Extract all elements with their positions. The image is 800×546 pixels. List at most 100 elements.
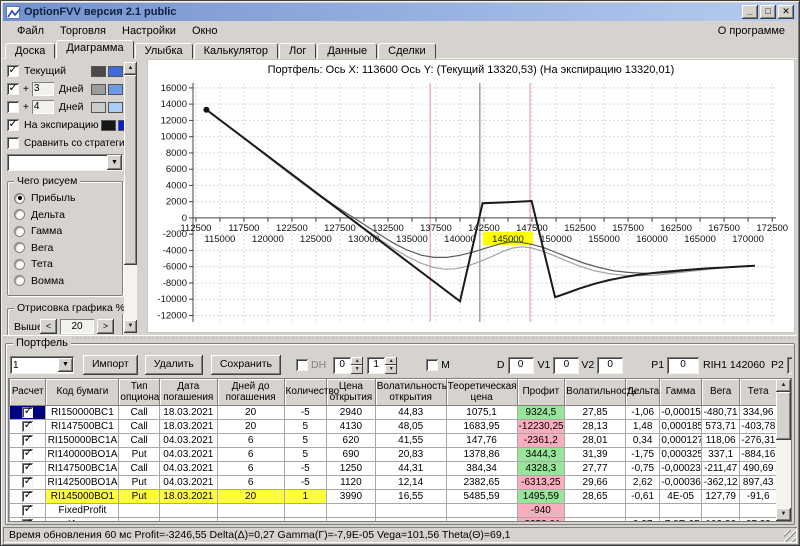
menu-item-2[interactable]: Настройки [114,23,184,39]
scrollbar-thumb[interactable] [124,75,137,265]
close-button[interactable]: ✕ [778,5,794,19]
series-checkbox[interactable] [7,101,19,113]
calc-checkbox[interactable] [22,434,34,446]
series-checkbox[interactable] [7,81,19,95]
days-input[interactable]: 3 [31,82,54,96]
calc-checkbox-cell[interactable] [9,502,47,518]
table-row[interactable]: FixedProfit -940 [9,502,777,518]
radio-icon[interactable] [14,225,25,237]
column-header[interactable]: Количество [283,379,339,406]
scroll-up-icon[interactable]: ▲ [776,379,791,392]
calc-checkbox-cell[interactable] [9,404,47,420]
radio-icon[interactable] [14,275,25,287]
draw-mode-option[interactable]: Дельта [14,207,118,224]
table-row[interactable]: RI145000BO1Put18.03.2021201399016,555485… [9,488,777,504]
dh-spinner-2[interactable]: 1 ▲ ▼ [367,356,398,374]
d-input[interactable]: 0 [507,356,534,374]
calc-checkbox[interactable] [22,476,34,488]
table-scrollbar[interactable]: ▲ ▼ [776,379,791,521]
scroll-up-icon[interactable]: ▲ [124,62,137,75]
column-header[interactable]: Код бумаги [45,379,120,406]
chevron-down-icon[interactable]: ▼ [58,358,73,372]
increment-button[interactable]: > [97,319,114,334]
calc-checkbox-cell[interactable] [9,488,47,504]
menu-item-0[interactable]: Файл [9,23,52,39]
menu-item-about[interactable]: О программе [712,23,791,39]
series-checkbox[interactable] [7,117,19,131]
chevron-down-icon[interactable]: ▼ [107,155,122,170]
calc-checkbox[interactable] [22,518,34,521]
table-row[interactable]: RI150000BC1Call18.03.202120-5294044,8310… [9,404,777,420]
scrollbar-thumb[interactable] [776,392,791,440]
calc-checkbox-cell[interactable] [9,516,47,521]
percent-value[interactable]: 20 [60,319,94,334]
title-bar[interactable]: OptionFVV версия 2.1 public _ □ ✕ [3,3,797,21]
tab-2[interactable]: Улыбка [134,43,193,59]
calc-checkbox[interactable] [22,462,34,474]
calc-checkbox-cell[interactable] [9,418,47,434]
series-color-swatch[interactable] [108,101,123,113]
minimize-button[interactable]: _ [742,5,758,19]
radio-icon[interactable] [14,209,25,221]
menu-item-1[interactable]: Торговля [52,23,114,39]
menu-item-3[interactable]: Окно [184,23,226,39]
calc-checkbox-cell[interactable] [9,446,47,462]
column-header[interactable]: Дата погашения [158,379,218,406]
horizontal-splitter[interactable] [3,335,797,341]
draw-mode-option[interactable]: Гамма [14,223,118,240]
maximize-button[interactable]: □ [760,5,776,19]
delete-button[interactable]: Удалить [144,355,203,375]
column-header[interactable]: Дельта [624,379,661,406]
calc-checkbox-cell[interactable] [9,460,47,476]
import-button[interactable]: Импорт [83,355,138,375]
series-color-swatch[interactable] [108,65,123,77]
draw-mode-option[interactable]: Вомма [14,273,118,290]
calc-checkbox[interactable] [22,504,34,516]
series-checkbox[interactable] [7,63,19,77]
column-header[interactable]: Волатильность [564,379,636,406]
radio-icon[interactable] [14,258,25,270]
series-color-swatch[interactable] [91,65,106,77]
tab-6[interactable]: Сделки [378,43,436,59]
calc-checkbox[interactable] [22,448,34,460]
tab-3[interactable]: Калькулятор [193,43,279,59]
table-row[interactable]: RI147500BC1ACall04.03.20216-5125044,3138… [9,460,777,476]
series-color-swatch[interactable] [91,83,106,95]
portfolio-select[interactable]: 1 ▼ [10,356,74,374]
column-header[interactable]: Дней до погашения [216,379,285,406]
compare-strategy-checkbox[interactable] [7,137,19,149]
column-header[interactable]: Гамма [659,379,702,406]
days-input[interactable]: 4 [31,100,54,114]
strategy-select[interactable]: ▼ [7,154,123,171]
dh-checkbox[interactable] [296,359,308,371]
column-header[interactable]: Вега [700,379,741,406]
tab-4[interactable]: Лог [279,43,317,59]
table-row[interactable]: RI150000BC1ACall04.03.20216562041,55147,… [9,432,777,448]
table-row[interactable]: Итого: -3252,01 0,27-7,8E-05102,3667,23 [9,516,777,521]
table-row[interactable]: RI147500BC1Call18.03.2021205413048,05168… [9,418,777,434]
dh-spinner-1[interactable]: 0 ▲ ▼ [333,356,364,374]
column-header[interactable]: Теоретическая цена [445,379,518,406]
calc-checkbox[interactable] [22,406,34,418]
table-row[interactable]: RI140000BO1APut04.03.20216569020,831378,… [9,446,777,462]
calc-checkbox-cell[interactable] [9,474,47,490]
column-header[interactable]: Тип опциона [118,379,160,406]
v2-input[interactable]: 0 [597,356,624,374]
scroll-down-icon[interactable]: ▼ [124,320,137,333]
tab-0[interactable]: Доска [5,43,56,59]
calc-checkbox-cell[interactable] [9,432,47,448]
calc-checkbox[interactable] [22,490,34,502]
calc-checkbox[interactable] [22,420,34,432]
profit-chart-pane[interactable]: Портфель: Ось X: 113600 Ось Y: (Текущий … [147,59,795,333]
draw-mode-option[interactable]: Тета [14,256,118,273]
save-button[interactable]: Сохранить [210,355,281,375]
series-color-swatch[interactable] [91,101,106,113]
tab-1[interactable]: Диаграмма [56,40,134,59]
profit-chart-svg[interactable]: -12000-10000-8000-6000-4000-200002000400… [148,60,797,332]
scroll-down-icon[interactable]: ▼ [776,508,791,521]
column-header[interactable]: Профит [516,379,566,406]
series-color-swatch[interactable] [108,83,123,95]
v1-input[interactable]: 0 [553,356,580,374]
decrement-button[interactable]: < [40,319,57,334]
tab-5[interactable]: Данные [317,43,378,59]
